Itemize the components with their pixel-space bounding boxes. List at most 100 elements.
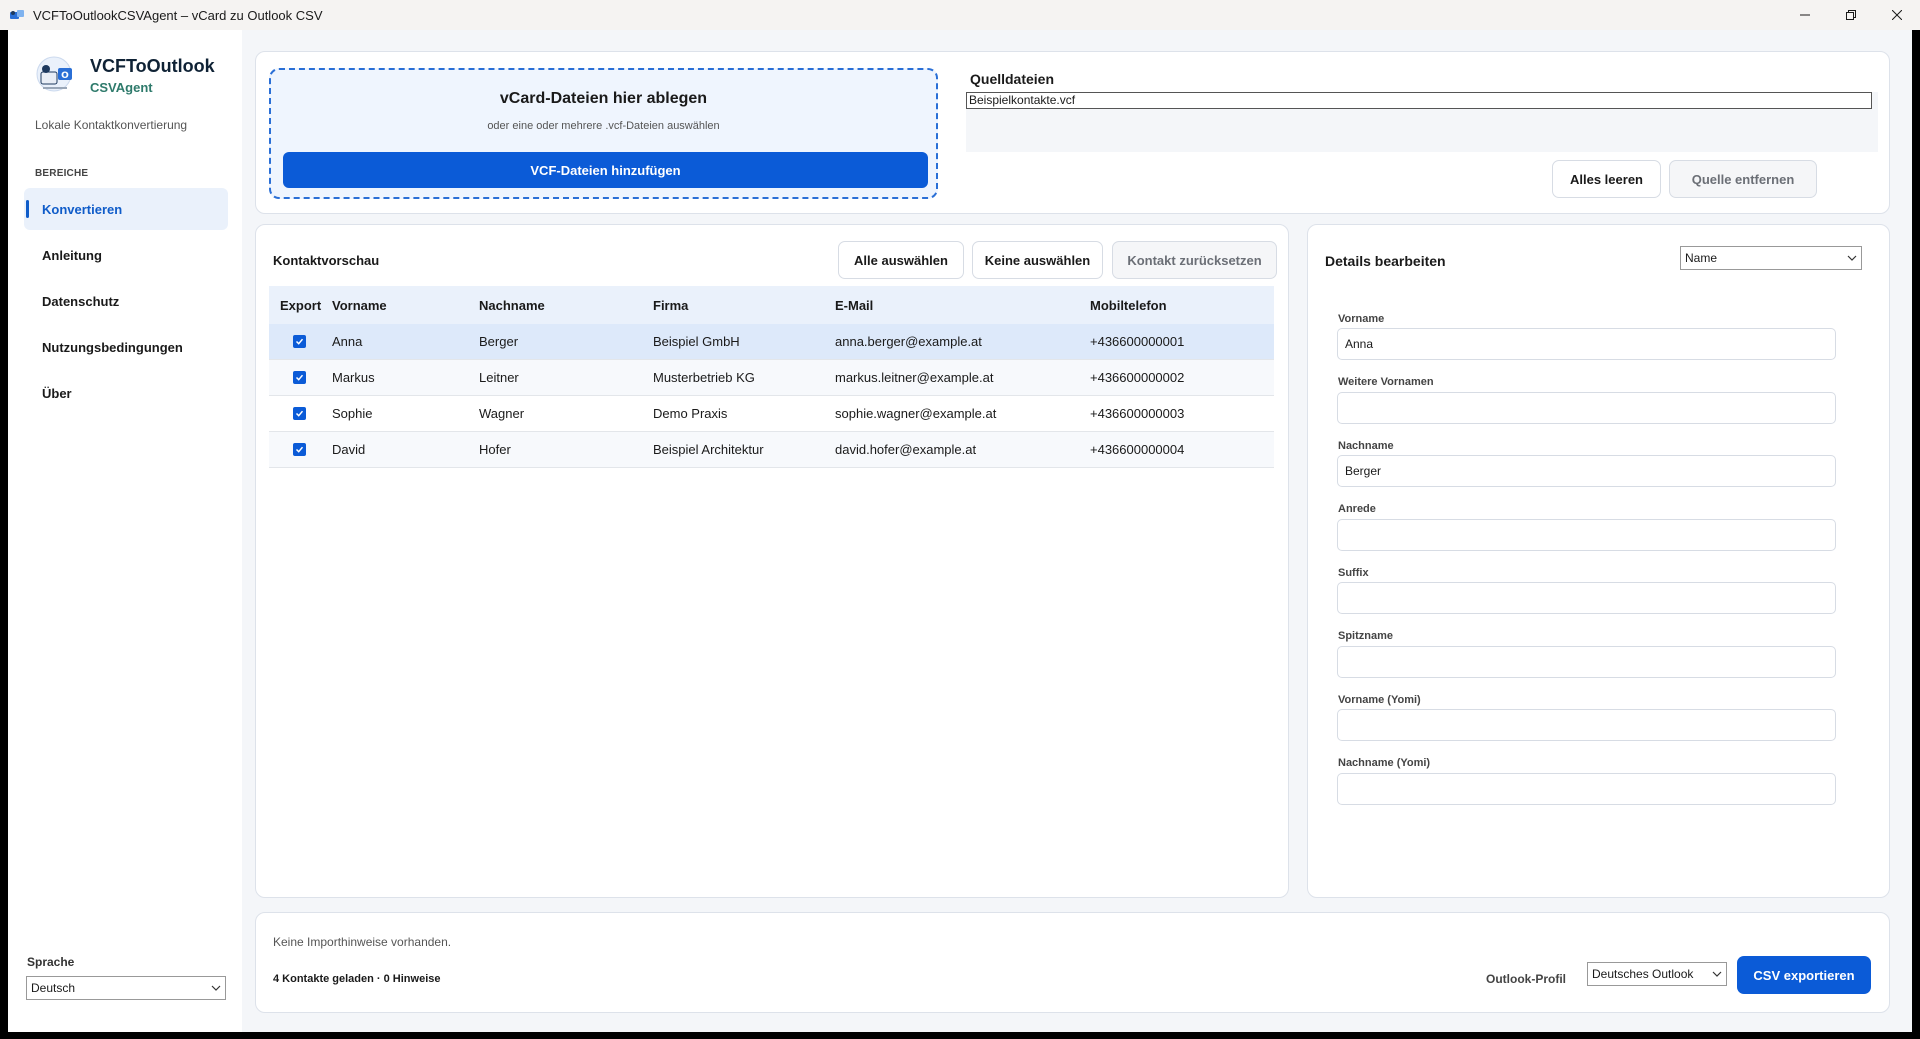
sidebar: O VCFToOutlook CSVAgent Lokale Kontaktko… [8, 30, 242, 1032]
close-button[interactable] [1874, 0, 1920, 30]
drop-zone-subtitle: oder eine oder mehrere .vcf-Dateien ausw… [487, 120, 720, 132]
column-header-export[interactable]: Export [269, 298, 329, 313]
restore-button[interactable] [1828, 0, 1874, 30]
salutation-input[interactable] [1337, 519, 1836, 551]
cell-mobile: +436600000004 [1090, 442, 1185, 457]
suffix-input[interactable] [1337, 582, 1836, 614]
outlook-profile-select[interactable]: Deutsches Outlook [1587, 962, 1727, 986]
field-label-first-name: Vorname [1338, 313, 1385, 325]
cell-last-name: Berger [479, 334, 519, 349]
table-row[interactable]: Markus Leitner Musterbetrieb KG markus.l… [269, 360, 1274, 396]
first-name-input[interactable]: Anna [1337, 328, 1836, 360]
add-vcf-button[interactable]: VCF-Dateien hinzufügen [283, 152, 928, 188]
reset-contact-button[interactable]: Kontakt zurücksetzen [1112, 241, 1277, 279]
cell-email: anna.berger@example.at [835, 334, 982, 349]
sidebar-item-konvertieren[interactable]: Konvertieren [24, 188, 228, 230]
language-value: Deutsch [31, 981, 76, 995]
minimize-button[interactable] [1782, 0, 1828, 30]
details-card: Details bearbeiten Name Vorname Anna Wei… [1307, 224, 1890, 898]
app-window: O VCFToOutlook CSVAgent Lokale Kontaktko… [8, 30, 1912, 1032]
export-checkbox[interactable] [292, 443, 306, 456]
contact-table: Export Vorname Nachname Firma E-Mail Mob… [269, 286, 1274, 468]
table-row[interactable]: Sophie Wagner Demo Praxis sophie.wagner@… [269, 396, 1274, 432]
import-card: vCard-Dateien hier ablegen oder eine ode… [255, 51, 1890, 214]
export-csv-button[interactable]: CSV exportieren [1737, 956, 1871, 994]
last-name-yomi-input[interactable] [1337, 773, 1836, 805]
cell-company: Beispiel Architektur [653, 442, 764, 457]
sidebar-item-datenschutz[interactable]: Datenschutz [24, 280, 228, 322]
table-header: Export Vorname Nachname Firma E-Mail Mob… [269, 286, 1274, 324]
column-header-email[interactable]: E-Mail [832, 298, 1087, 313]
field-label-nickname: Spitzname [1338, 630, 1394, 642]
table-row[interactable]: Anna Berger Beispiel GmbH anna.berger@ex… [269, 324, 1274, 360]
outlook-profile-value: Deutsches Outlook [1592, 967, 1694, 981]
cell-first-name: David [332, 442, 366, 457]
language-select[interactable]: Deutsch [26, 976, 226, 1000]
restore-icon [1846, 10, 1856, 20]
cell-email: david.hofer@example.at [835, 442, 977, 457]
first-name-yomi-input[interactable] [1337, 709, 1836, 741]
select-all-button[interactable]: Alle auswählen [838, 241, 964, 279]
sources-list[interactable]: Beispielkontakte.vcf [966, 92, 1878, 152]
section-label: BEREICHE [35, 168, 89, 179]
middle-names-input[interactable] [1337, 392, 1836, 424]
check-icon [295, 338, 303, 345]
chevron-down-icon [1847, 255, 1857, 261]
sidebar-item-ueber[interactable]: Über [24, 372, 228, 414]
details-title: Details bearbeiten [1325, 253, 1446, 269]
cell-last-name: Hofer [479, 442, 511, 457]
drop-zone[interactable]: vCard-Dateien hier ablegen oder eine ode… [269, 68, 938, 199]
sidebar-item-label: Über [42, 385, 72, 401]
clear-all-button[interactable]: Alles leeren [1552, 160, 1661, 198]
sidebar-item-label: Anleitung [42, 247, 102, 263]
drop-zone-title: vCard-Dateien hier ablegen [499, 90, 708, 107]
last-name-input[interactable]: Berger [1337, 455, 1836, 487]
preview-title: Kontaktvorschau [273, 253, 380, 268]
brand-subtitle: CSVAgent [90, 80, 153, 95]
sidebar-item-nutzungsbedingungen[interactable]: Nutzungsbedingungen [24, 326, 228, 368]
export-checkbox[interactable] [292, 335, 306, 348]
cell-first-name: Anna [332, 334, 363, 349]
sidebar-item-label: Datenschutz [42, 293, 120, 309]
field-label-first-name-yomi: Vorname (Yomi) [1338, 694, 1421, 706]
cell-first-name: Markus [332, 370, 375, 385]
sources-title: Quelldateien [970, 71, 1055, 87]
select-none-button[interactable]: Keine auswählen [972, 241, 1103, 279]
contact-preview-card: Kontaktvorschau Alle auswählen Keine aus… [255, 224, 1289, 898]
column-header-firma[interactable]: Firma [650, 298, 832, 313]
cell-company: Demo Praxis [653, 406, 728, 421]
details-group-select[interactable]: Name [1680, 246, 1862, 270]
cell-last-name: Leitner [479, 370, 519, 385]
table-row[interactable]: David Hofer Beispiel Architektur david.h… [269, 432, 1274, 468]
language-label: Sprache [27, 955, 75, 969]
column-header-nachname[interactable]: Nachname [476, 298, 650, 313]
status-text: 4 Kontakte geladen · 0 Hinweise [273, 973, 441, 985]
brand: O VCFToOutlook CSVAgent [34, 54, 215, 98]
column-header-mobiltelefon[interactable]: Mobiltelefon [1087, 298, 1274, 313]
cell-mobile: +436600000002 [1090, 370, 1185, 385]
remove-source-button[interactable]: Quelle entfernen [1669, 160, 1817, 198]
export-checkbox[interactable] [292, 371, 306, 384]
check-icon [295, 446, 303, 453]
main-area: vCard-Dateien hier ablegen oder eine ode… [242, 30, 1912, 1032]
minimize-icon [1800, 14, 1810, 16]
cell-company: Beispiel GmbH [653, 334, 740, 349]
cell-mobile: +436600000003 [1090, 406, 1185, 421]
tagline: Lokale Kontaktkonvertierung [35, 118, 188, 132]
cell-first-name: Sophie [332, 406, 373, 421]
field-label-last-name-yomi: Nachname (Yomi) [1338, 757, 1431, 769]
profile-label: Outlook-Profil [1486, 972, 1566, 986]
sidebar-item-label: Konvertieren [42, 201, 123, 217]
export-checkbox[interactable] [292, 407, 306, 420]
source-item[interactable]: Beispielkontakte.vcf [966, 92, 1872, 109]
check-icon [295, 374, 303, 381]
cell-email: sophie.wagner@example.at [835, 406, 997, 421]
column-header-vorname[interactable]: Vorname [329, 298, 476, 313]
nickname-input[interactable] [1337, 646, 1836, 678]
close-icon [1892, 10, 1902, 20]
sidebar-item-label: Nutzungsbedingungen [42, 339, 183, 355]
window-title: VCFToOutlookCSVAgent – vCard zu Outlook … [33, 7, 323, 23]
sidebar-item-anleitung[interactable]: Anleitung [24, 234, 228, 276]
brand-logo-icon: O [34, 54, 78, 98]
chevron-down-icon [1712, 971, 1722, 977]
